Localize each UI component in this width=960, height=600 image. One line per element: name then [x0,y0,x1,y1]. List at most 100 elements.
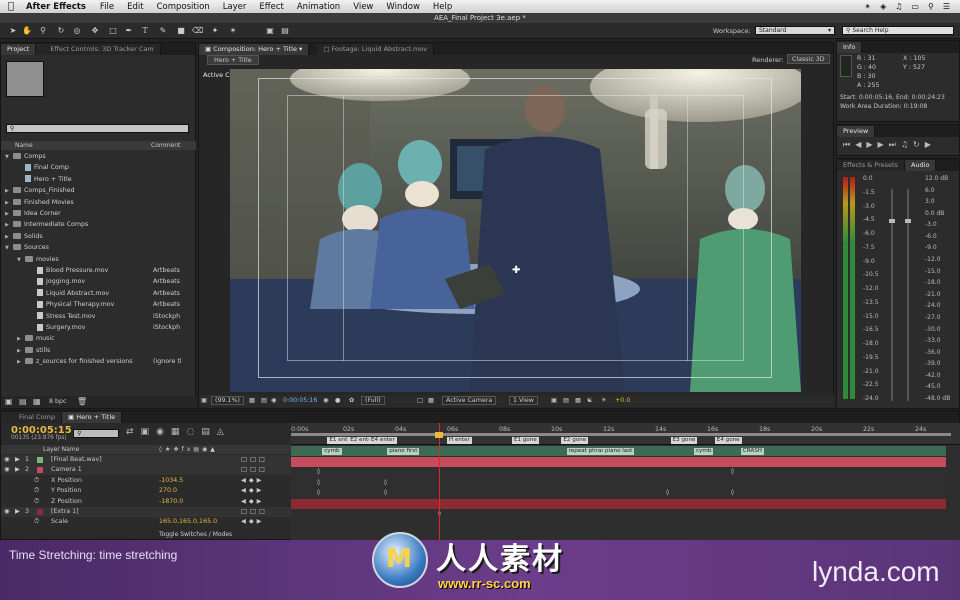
current-time-indicator[interactable] [439,423,440,541]
pixel-aspect-icon[interactable]: ▣ [551,395,557,406]
comp-marker[interactable]: E1 gone [512,437,539,444]
frame-blend-icon[interactable]: ▦ [171,427,187,437]
menu-view[interactable]: View [353,2,373,12]
brush-tool-icon[interactable]: ✎ [158,26,168,36]
visibility-icon[interactable]: ◉ [4,455,10,465]
property-value[interactable]: 270.0 [159,486,177,496]
tab-info[interactable]: Info [837,42,863,53]
layer-switches[interactable]: □□□ [241,507,268,517]
property-row[interactable]: ⏱ Y Position 270.0 ◀◆▶ [1,486,291,497]
list-icon[interactable]: ☰ [943,2,950,11]
comp-marker[interactable]: H enter [447,437,472,444]
clone-stamp-icon[interactable]: ■ [176,26,186,36]
menu-layer[interactable]: Layer [223,2,247,12]
menu-animation[interactable]: Animation [297,2,340,12]
project-item[interactable]: ▶ music [1,333,183,344]
safe-zones-icon[interactable]: ▦ [249,395,255,406]
stopwatch-icon[interactable]: ⏱ [34,497,39,507]
selection-tool-icon[interactable]: ➤ [8,26,18,36]
keyframe-z-2[interactable]: ◊ [384,490,387,496]
label-color-swatch[interactable] [37,457,43,463]
menu-composition[interactable]: Composition [157,2,210,12]
keyframe-z-4[interactable]: ◊ [731,490,734,496]
draft-3d-icon[interactable]: ▣ [141,427,157,437]
menu-help[interactable]: Help [433,2,452,12]
roi-icon[interactable]: □ [417,395,423,406]
battery-icon[interactable]: ▭ [911,2,919,11]
tab-final-comp[interactable]: Final Comp [1,412,63,423]
new-folder-icon[interactable]: ▤ [19,397,27,406]
project-item[interactable]: ▶ stills [1,345,183,356]
spotlight-icon[interactable]: ⚲ [928,2,934,11]
transparency-icon[interactable]: ▦ [428,395,434,406]
workspace-select[interactable]: Standard ▾ [755,26,835,35]
property-value[interactable]: -1034.5 [159,476,183,486]
expand-arrow-icon[interactable]: ▶ [15,455,20,465]
layer-marker[interactable]: cymb [694,448,714,455]
comp-navigator-chip[interactable]: Hero + Title [207,55,259,65]
project-item[interactable]: ▶ Intermediate Comps [1,219,183,230]
project-search-input[interactable]: ⚲ [6,124,189,133]
hand-tool-icon[interactable]: ✋ [22,26,32,36]
keyframe-z-1[interactable]: ◊ [317,490,320,496]
layer-switches[interactable]: □□□ [241,465,268,475]
renderer-select[interactable]: Classic 3D [787,54,830,64]
layer-switches[interactable]: ◀◆▶ [241,486,265,496]
tab-effects-presets[interactable]: Effects & Presets [837,160,905,171]
bit-depth[interactable]: 8 bpc [49,398,66,405]
property-row[interactable]: ⏱ X Position -1034.5 ◀◆▶ [1,475,291,486]
prev-frame-icon[interactable]: ◀ [855,140,866,149]
col-comment[interactable]: Comment [151,141,180,150]
ram-preview-icon[interactable]: ▶ [925,140,936,149]
label-color-swatch[interactable] [37,467,43,474]
camera-layer-bar[interactable] [291,457,946,467]
type-tool-icon[interactable]: T [140,26,150,36]
collapsed-arrow-icon[interactable]: ▶ [5,209,13,220]
tab-audio[interactable]: Audio [904,160,937,171]
visibility-icon[interactable]: ◉ [4,507,10,517]
project-item[interactable]: Surgery.mov iStockph [1,322,183,333]
collapsed-arrow-icon[interactable]: ▶ [5,186,13,197]
color-channel-icon[interactable]: ✿ [349,395,354,406]
collapsed-arrow-icon[interactable]: ▶ [17,346,25,357]
project-item[interactable]: Hero + Title [1,174,183,185]
view-camera-select[interactable]: Active Camera [442,396,497,405]
layer-marker[interactable]: piano last [603,448,635,455]
eraser-tool-icon[interactable]: ⌫ [192,26,203,36]
layer-marker[interactable]: CRASH [740,448,764,455]
menu-effect[interactable]: Effect [259,2,283,12]
left-slider-handle[interactable] [889,219,895,223]
stopwatch-icon[interactable]: ⏱ [34,517,39,527]
keyframe-z-3[interactable]: ◊ [666,490,669,496]
bluetooth-icon[interactable]: ✴ [864,2,871,11]
wifi-icon[interactable]: ◈ [880,2,886,11]
menu-window[interactable]: Window [386,2,420,12]
trash-icon[interactable]: 🗑 [77,397,87,406]
project-item[interactable]: ▼ movies [1,254,183,265]
puppet-pin-icon[interactable]: ✶ [228,26,238,36]
collapsed-arrow-icon[interactable]: ▶ [17,357,25,368]
keyframe-y-2[interactable]: ◊ [384,480,387,486]
axis-mode-icon[interactable]: ▣ [265,26,275,36]
interpret-footage-icon[interactable]: ▣ [5,397,13,406]
tab-footage[interactable]: □ Footage: Liquid Abstract.mov [317,44,435,55]
tab-preview[interactable]: Preview [837,126,876,137]
layer-switches[interactable]: ◀◆▶ [241,476,265,486]
collapsed-arrow-icon[interactable]: ▶ [5,220,13,231]
roto-brush-icon[interactable]: ✦ [210,26,220,36]
project-item[interactable]: ▶ z_sources for finished versions (ignore … [1,356,183,367]
project-item[interactable]: Liquid Abstract.mov Artbeats [1,288,183,299]
magnification-select[interactable]: (99.1%) [211,396,244,405]
stopwatch-icon[interactable]: ⏱ [34,476,39,486]
layer-marker[interactable]: piano first [387,448,420,455]
project-item[interactable]: Blood Pressure.mov Artbeats [1,265,183,276]
timeline-search-input[interactable]: ⚲ [73,429,119,438]
playhead-handle[interactable] [435,432,443,438]
always-preview-icon[interactable]: ▣ [201,395,207,406]
zoom-tool-icon[interactable]: ⚲ [38,26,48,36]
resolution-select[interactable]: (Full) [361,396,385,405]
camera-icon[interactable]: ◉ [323,395,329,406]
comp-mini-flowchart-icon[interactable]: ⇄ [126,427,141,437]
keyframe-x-1[interactable]: ◊ [317,469,320,475]
last-frame-icon[interactable]: ⏭ [889,140,901,149]
